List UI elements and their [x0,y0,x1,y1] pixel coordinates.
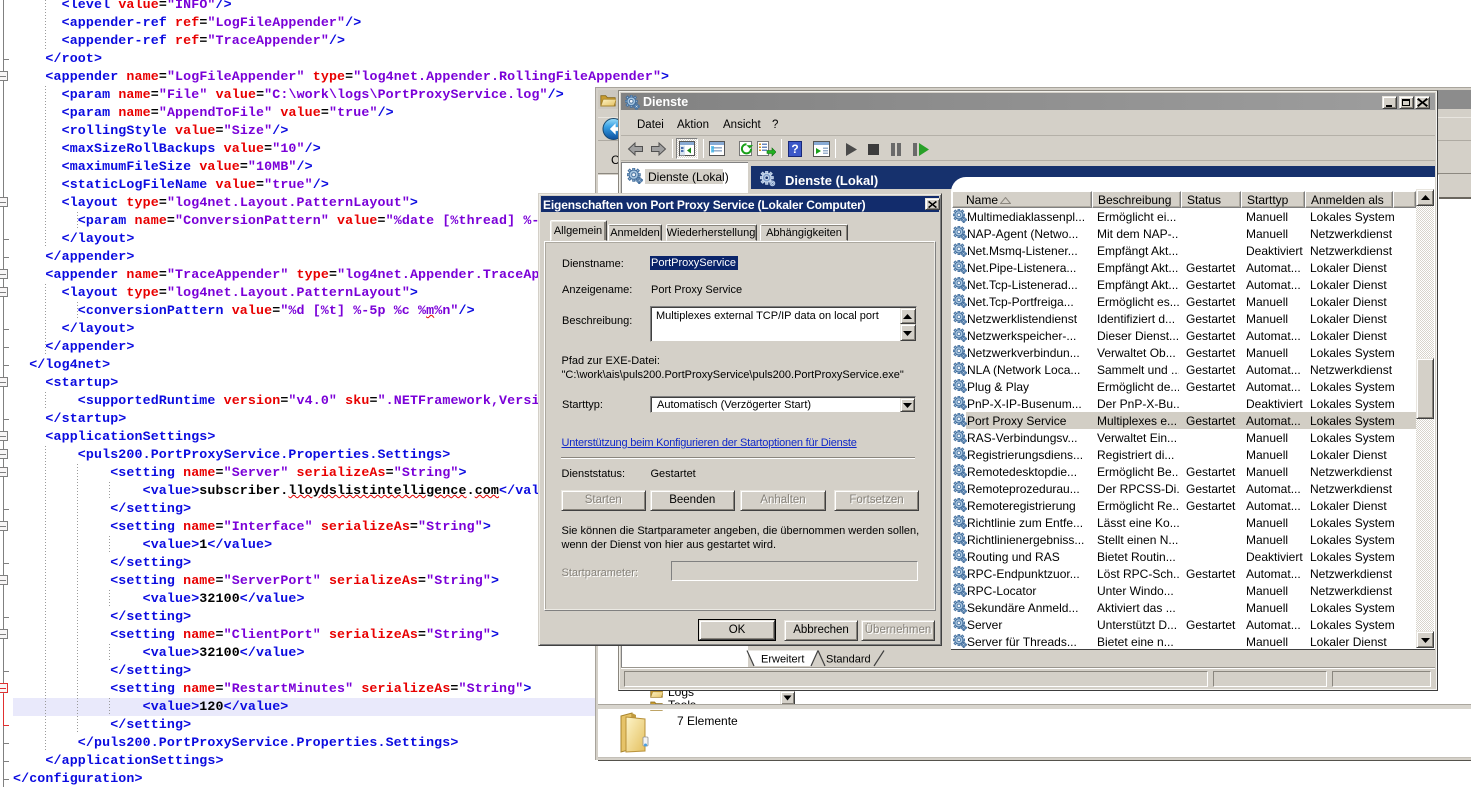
svg-text:Standard: Standard [826,654,871,666]
svg-text:Erweitert: Erweitert [761,654,804,666]
